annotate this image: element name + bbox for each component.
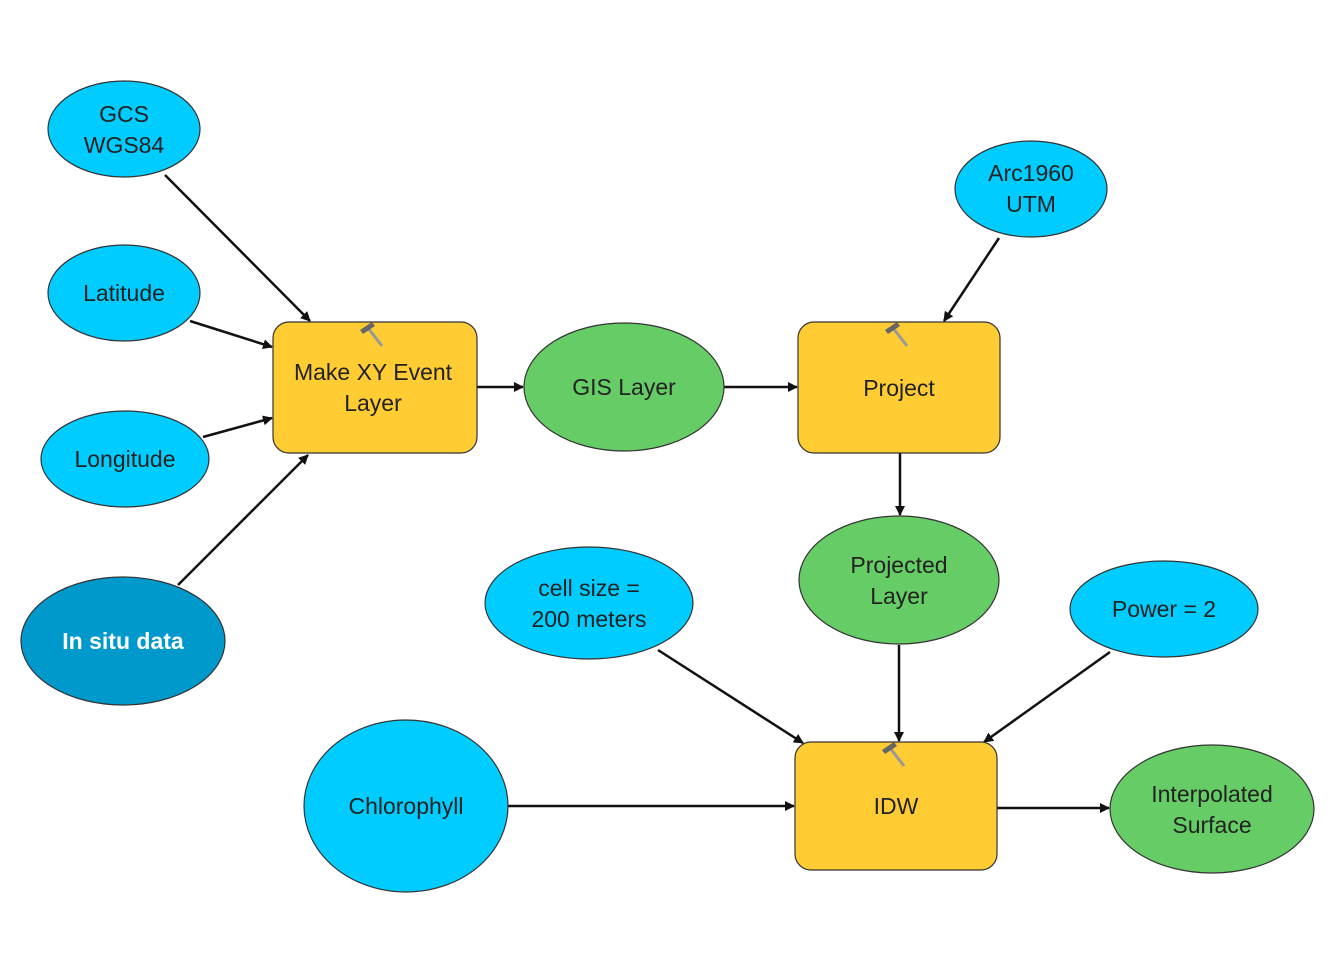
node-label: Chlorophyll: [348, 793, 463, 819]
node-chlorophyll[interactable]: Chlorophyll: [303, 719, 509, 893]
edge-arc1960-project: [942, 237, 1001, 322]
edge-longitude-makexy: [202, 415, 273, 439]
node-in-situ-data[interactable]: In situ data: [20, 576, 226, 706]
model-diagram: GCS WGS84 Latitude Longitude In situ dat…: [20, 80, 1315, 893]
node-gis-layer[interactable]: GIS Layer: [523, 322, 725, 452]
node-label: Power = 2: [1112, 596, 1216, 622]
edges: [164, 174, 1111, 813]
node-label: Projected: [850, 552, 947, 578]
node-label: Longitude: [74, 446, 175, 472]
node-label: Arc1960: [988, 160, 1074, 186]
node-longitude[interactable]: Longitude: [40, 410, 210, 508]
node-label: GIS Layer: [572, 374, 676, 400]
node-label: Latitude: [83, 280, 165, 306]
node-label: GCS: [99, 101, 149, 127]
node-label: Layer: [344, 390, 402, 416]
node-label: In situ data: [62, 628, 184, 654]
node-power[interactable]: Power = 2: [1069, 560, 1259, 658]
tool-make-xy-event-layer[interactable]: Make XY Event Layer: [272, 320, 478, 454]
node-interpolated-surface[interactable]: Interpolated Surface: [1109, 744, 1315, 874]
edge-cellsize-idw: [657, 648, 804, 745]
node-label: Interpolated: [1151, 781, 1272, 807]
node-arc1960-utm[interactable]: Arc1960 UTM: [954, 140, 1108, 238]
node-label: IDW: [874, 793, 919, 819]
node-label: Make XY Event: [294, 359, 453, 385]
node-label: UTM: [1006, 191, 1056, 217]
node-label: WGS84: [84, 132, 165, 158]
tool-project[interactable]: Project: [797, 320, 1001, 454]
node-latitude[interactable]: Latitude: [47, 244, 201, 342]
edge-latitude-makexy: [189, 319, 273, 350]
tool-idw[interactable]: IDW: [794, 740, 998, 871]
node-gcs-wgs84[interactable]: GCS WGS84: [47, 80, 201, 178]
edge-power-idw: [983, 650, 1111, 744]
node-label: Surface: [1172, 812, 1251, 838]
node-projected-layer[interactable]: Projected Layer: [798, 515, 1000, 645]
node-label: Project: [863, 375, 935, 401]
node-cell-size[interactable]: cell size = 200 meters: [484, 546, 694, 660]
node-label: 200 meters: [531, 606, 646, 632]
node-label: Layer: [870, 583, 928, 609]
node-label: cell size =: [538, 575, 640, 601]
